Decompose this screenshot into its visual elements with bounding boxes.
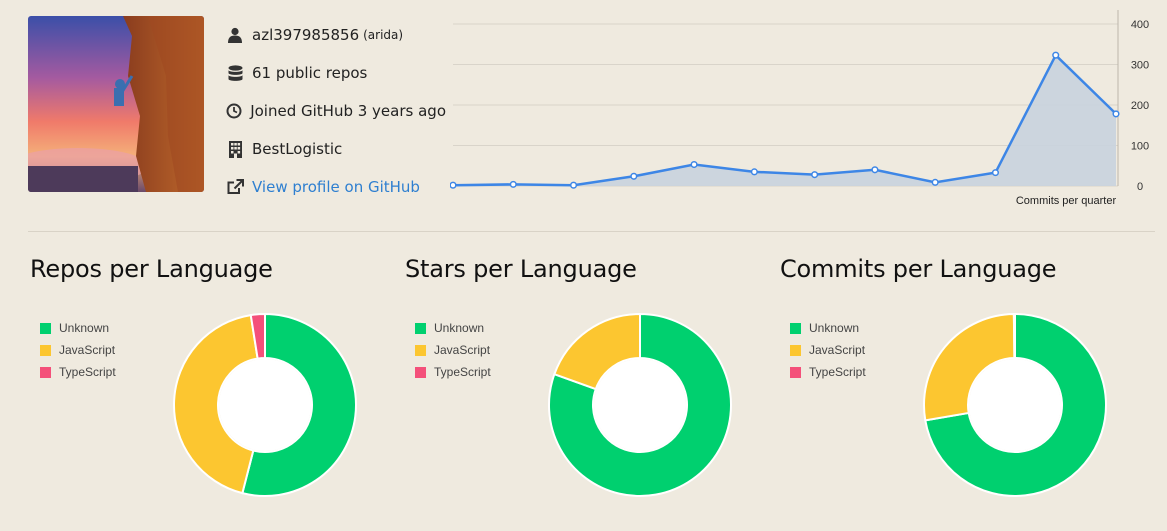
y-tick-label: 100 bbox=[1131, 141, 1149, 153]
donut-slice-typescript bbox=[1012, 312, 1016, 360]
commits-point bbox=[630, 172, 638, 180]
avatar bbox=[28, 16, 204, 192]
y-tick-label: 400 bbox=[1131, 19, 1149, 31]
panel-title: Commits per Language bbox=[780, 255, 1057, 283]
joined-date: Joined GitHub 3 years ago bbox=[250, 102, 446, 120]
stars-per-language-panel: Stars per Language Unknown JavaScript Type… bbox=[405, 255, 775, 525]
external-link-icon[interactable] bbox=[226, 178, 244, 196]
legend: Unknown JavaScript TypeScript bbox=[40, 317, 116, 383]
legend-item[interactable]: Unknown bbox=[790, 317, 866, 339]
legend-item[interactable]: JavaScript bbox=[415, 339, 491, 361]
legend-label: TypeScript bbox=[59, 365, 116, 379]
legend-swatch bbox=[415, 344, 426, 356]
commits-point bbox=[569, 181, 578, 189]
display-name: (arida) bbox=[363, 28, 404, 42]
legend-swatch bbox=[40, 366, 51, 378]
commits-chart-svg: 400 300 200 100 0 Commits per quarter bbox=[449, 10, 1149, 207]
repos-count: 61 public repos bbox=[252, 64, 368, 82]
user-icon bbox=[226, 26, 244, 44]
stars-donut bbox=[548, 312, 732, 497]
commits-point bbox=[991, 169, 1000, 177]
donut-hole bbox=[594, 359, 686, 451]
commits-point bbox=[750, 168, 758, 176]
legend-item[interactable]: TypeScript bbox=[40, 361, 116, 383]
panel-title: Stars per Language bbox=[405, 255, 637, 283]
commits-point bbox=[871, 166, 879, 174]
legend-item[interactable]: JavaScript bbox=[790, 339, 866, 361]
legend: Unknown JavaScript TypeScript bbox=[415, 317, 491, 383]
legend-label: Unknown bbox=[434, 321, 485, 335]
y-tick-label: 200 bbox=[1131, 100, 1149, 112]
legend-item[interactable]: Unknown bbox=[415, 317, 491, 339]
username: azl397985856 bbox=[252, 26, 360, 44]
donut-hole bbox=[219, 359, 311, 451]
commits-point bbox=[811, 171, 819, 179]
legend-item[interactable]: JavaScript bbox=[40, 339, 116, 361]
legend-swatch bbox=[40, 344, 51, 356]
company: BestLogistic bbox=[252, 140, 343, 158]
commits-point bbox=[509, 180, 517, 188]
profile-info: azl397985856 (arida) 61 public repos Joi… bbox=[226, 16, 446, 206]
legend-swatch bbox=[790, 366, 801, 378]
donut-hole bbox=[969, 359, 1061, 451]
legend-swatch bbox=[40, 322, 51, 334]
repos-row: 61 public repos bbox=[226, 54, 446, 92]
legend-swatch bbox=[415, 322, 426, 334]
repos-donut bbox=[173, 312, 357, 497]
legend: Unknown JavaScript TypeScript bbox=[790, 317, 866, 383]
legend-item[interactable]: TypeScript bbox=[790, 361, 866, 383]
y-tick-label: 300 bbox=[1131, 60, 1149, 72]
database-icon bbox=[226, 64, 244, 82]
section-divider bbox=[28, 231, 1155, 232]
building-icon bbox=[226, 140, 244, 158]
legend-label: Unknown bbox=[809, 321, 860, 335]
repos-per-language-panel: Repos per Language Unknown JavaScript Type… bbox=[30, 255, 400, 525]
commits-point bbox=[931, 178, 939, 186]
y-tick-label: 0 bbox=[1137, 181, 1143, 193]
legend-swatch bbox=[415, 366, 426, 378]
legend-label: JavaScript bbox=[434, 343, 491, 357]
profile-link-row[interactable]: View profile on GitHub bbox=[226, 168, 446, 206]
commits-point bbox=[449, 181, 457, 189]
joined-row: Joined GitHub 3 years ago bbox=[226, 92, 446, 130]
legend-item[interactable]: TypeScript bbox=[415, 361, 491, 383]
legend-swatch bbox=[790, 322, 801, 334]
legend-item[interactable]: Unknown bbox=[40, 317, 116, 339]
x-axis-label: Commits per quarter bbox=[1016, 195, 1117, 207]
legend-label: TypeScript bbox=[809, 365, 866, 379]
commits-point bbox=[1052, 51, 1060, 59]
legend-label: JavaScript bbox=[59, 343, 116, 357]
commits-point bbox=[1112, 110, 1120, 118]
commits-donut bbox=[923, 312, 1107, 497]
view-profile-link[interactable]: View profile on GitHub bbox=[252, 178, 420, 196]
company-row: BestLogistic bbox=[226, 130, 446, 168]
commits-per-language-panel: Commits per Language Unknown JavaScript Ty… bbox=[780, 255, 1150, 525]
legend-label: TypeScript bbox=[434, 365, 491, 379]
username-row: azl397985856 (arida) bbox=[226, 16, 446, 54]
legend-swatch bbox=[790, 344, 801, 356]
commits-per-quarter-chart: 400 300 200 100 0 Commits per quarter bbox=[449, 10, 1160, 220]
clock-icon bbox=[226, 102, 242, 120]
panel-title: Repos per Language bbox=[30, 255, 273, 283]
legend-label: Unknown bbox=[59, 321, 110, 335]
commits-area bbox=[453, 55, 1116, 187]
legend-label: JavaScript bbox=[809, 343, 866, 357]
commits-point bbox=[690, 160, 698, 169]
